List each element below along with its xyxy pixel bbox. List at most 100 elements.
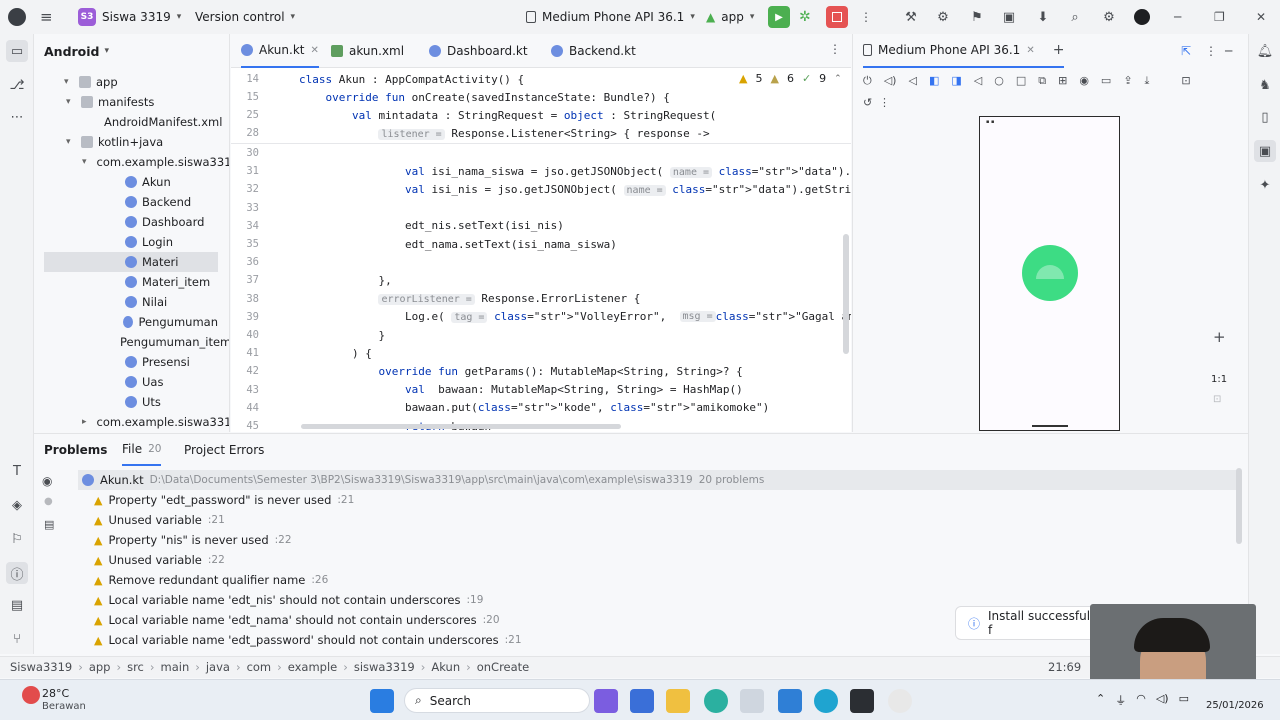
- run-button[interactable]: ▶: [768, 0, 790, 34]
- main-menu-icon[interactable]: ≡: [40, 0, 53, 34]
- problem-file-row[interactable]: Akun.kt D:\Data\Documents\Semester 3\BP2…: [78, 470, 1238, 490]
- app-menu-icon[interactable]: [8, 0, 26, 34]
- weather-temp[interactable]: 28°C: [42, 687, 69, 700]
- layout-inspector-icon[interactable]: ⚑: [966, 0, 988, 34]
- breadcrumb-item[interactable]: Akun: [431, 660, 460, 674]
- volume-down-icon[interactable]: ◁: [908, 74, 916, 88]
- screenshot-icon[interactable]: ◉: [1079, 74, 1089, 88]
- project-view-selector[interactable]: Android ▾: [34, 34, 229, 68]
- tree-item-kotlin-java[interactable]: ▾ kotlin+java: [44, 132, 218, 152]
- breadcrumb-item[interactable]: onCreate: [477, 660, 530, 674]
- device-selector[interactable]: Medium Phone API 36.1 ▾: [526, 0, 695, 34]
- sdk-manager-icon[interactable]: ⬇: [1032, 0, 1054, 34]
- breadcrumb-item[interactable]: main: [161, 660, 190, 674]
- chevron-up-icon[interactable]: ⌃: [834, 74, 842, 84]
- zoom-reset[interactable]: 1:1: [1211, 374, 1227, 385]
- rotate-right-icon[interactable]: ◨: [951, 74, 961, 88]
- profiler-icon[interactable]: ⚙: [932, 0, 954, 34]
- start-icon[interactable]: [370, 689, 394, 713]
- tab-file[interactable]: File 20: [122, 434, 162, 466]
- device-manager-icon[interactable]: ▣: [998, 0, 1020, 34]
- breadcrumb-item[interactable]: example: [288, 660, 338, 674]
- project-folder-icon[interactable]: ▭: [6, 40, 28, 62]
- problem-item[interactable]: ▲ Property "nis" is never used:22: [94, 530, 292, 550]
- minimize-button[interactable]: ─: [1174, 0, 1181, 34]
- breadcrumb-item[interactable]: java: [206, 660, 230, 674]
- problem-item[interactable]: ▲ Local variable name 'edt_password' shou…: [94, 630, 522, 650]
- gemini-icon[interactable]: ✦: [1254, 174, 1276, 196]
- screen-record-icon[interactable]: ▭: [1101, 74, 1111, 88]
- tree-item-manifests[interactable]: ▾ manifests: [44, 92, 218, 112]
- device-screen[interactable]: ▪ ▪: [979, 116, 1120, 431]
- tree-item-androidmanifest-xml[interactable]: AndroidManifest.xml: [44, 112, 222, 132]
- chevron-up-icon[interactable]: ⌃: [1096, 692, 1105, 708]
- power-icon[interactable]: ⏻: [863, 74, 872, 88]
- browser-icon[interactable]: [814, 689, 838, 713]
- layout-icon[interactable]: ⊞: [1058, 74, 1067, 88]
- tab-backend-kt[interactable]: Backend.kt: [551, 34, 636, 68]
- gradle-icon[interactable]: ♞: [1254, 74, 1276, 96]
- lightbulb-icon[interactable]: ●: [44, 496, 53, 507]
- export-icon[interactable]: ⇪: [1123, 74, 1132, 88]
- problems-icon[interactable]: ⓘ: [6, 562, 28, 584]
- problem-item[interactable]: ▲ Local variable name 'edt_nis' should no…: [94, 590, 483, 610]
- preview-icon[interactable]: ▤: [44, 518, 54, 531]
- inspection-widget[interactable]: ▲ 5 ▲ 6 ✓ 9 ⌃ ⌄: [739, 72, 851, 85]
- volume-up-icon[interactable]: ◁): [884, 74, 897, 88]
- tree-item-login[interactable]: Login: [44, 232, 218, 252]
- android-studio-icon[interactable]: [740, 689, 764, 713]
- breadcrumb-item[interactable]: Siswa3319: [10, 660, 72, 674]
- avatar[interactable]: [1134, 0, 1150, 34]
- back-icon[interactable]: ◁: [974, 74, 982, 88]
- file-explorer-icon[interactable]: [666, 689, 690, 713]
- taskbar-search[interactable]: ⌕ Search: [404, 688, 590, 713]
- more-icon[interactable]: ⋮: [879, 96, 890, 109]
- more-tools-icon[interactable]: ⋯: [6, 106, 28, 128]
- device-mirroring-icon[interactable]: ⊡: [1181, 74, 1190, 88]
- tab-akun-xml[interactable]: akun.xml: [331, 34, 404, 68]
- breadcrumb-item[interactable]: siswa3319: [354, 660, 415, 674]
- close-button[interactable]: ✕: [1256, 0, 1266, 34]
- breadcrumb-item[interactable]: app: [89, 660, 111, 674]
- tree-item-uts[interactable]: Uts: [44, 392, 218, 412]
- tree-item-materi[interactable]: Materi: [44, 252, 218, 272]
- tree-item-presensi[interactable]: Presensi: [44, 352, 218, 372]
- problem-item[interactable]: ▲ Remove redundant qualifier name:26: [94, 570, 328, 590]
- tree-item-pengumuman[interactable]: Pengumuman: [44, 312, 218, 332]
- copilot-icon[interactable]: [594, 689, 618, 713]
- terminal-app-icon[interactable]: [850, 689, 874, 713]
- more-icon[interactable]: ⋮: [860, 0, 872, 34]
- options-icon[interactable]: ⋮: [1205, 44, 1217, 58]
- tab-dashboard-kt[interactable]: Dashboard.kt: [429, 34, 528, 68]
- build-icon[interactable]: ⚒: [900, 0, 922, 34]
- terminal-icon[interactable]: ▤: [6, 594, 28, 616]
- tab-problems[interactable]: Problems: [44, 434, 107, 466]
- vscode-icon[interactable]: [778, 689, 802, 713]
- system-tray[interactable]: ⌃ ⏚ ◠ ◁) ▭: [1096, 692, 1189, 708]
- external-window-icon[interactable]: ⇱: [1181, 44, 1191, 58]
- running-devices-icon[interactable]: ▣: [1254, 140, 1276, 162]
- project-switcher[interactable]: S3 Siswa 3319 ▾: [78, 0, 181, 34]
- problem-item[interactable]: ▲ Property "edt_password" is never used:2…: [94, 490, 354, 510]
- version-control-icon[interactable]: ⑂: [6, 628, 28, 650]
- tree-item-dashboard[interactable]: Dashboard: [44, 212, 218, 232]
- tree-item-uas[interactable]: Uas: [44, 372, 218, 392]
- fit-screen-icon[interactable]: ⊡: [1213, 394, 1221, 405]
- notifications-icon[interactable]: 🔔︎: [1254, 40, 1276, 62]
- problems-scrollbar[interactable]: [1236, 468, 1242, 544]
- volume-icon[interactable]: ◁): [1156, 692, 1169, 708]
- search-icon[interactable]: ⌕: [1064, 0, 1086, 34]
- caret-position[interactable]: 21:69: [1048, 660, 1081, 674]
- code-editor[interactable]: Akun.kt ✕ akun.xml Dashboard.kt Backend.…: [231, 34, 851, 432]
- commit-icon[interactable]: ⎇: [6, 74, 28, 96]
- problem-item[interactable]: ▲ Unused variable:22: [94, 550, 225, 570]
- tree-item-com-example-siswa3319[interactable]: ▸ com.example.siswa3319: [44, 412, 229, 432]
- close-icon[interactable]: ✕: [1026, 45, 1034, 56]
- tree-item-nilai[interactable]: Nilai: [44, 292, 218, 312]
- app-inspection-icon[interactable]: ⚐: [6, 528, 28, 550]
- home-icon[interactable]: ○: [994, 74, 1004, 88]
- download-icon[interactable]: ⤓: [1145, 74, 1150, 88]
- tree-item-pengumuman-item[interactable]: Pengumuman_item: [44, 332, 229, 352]
- store-icon[interactable]: [630, 689, 654, 713]
- emulator-tab[interactable]: Medium Phone API 36.1 ✕ +: [863, 34, 1065, 68]
